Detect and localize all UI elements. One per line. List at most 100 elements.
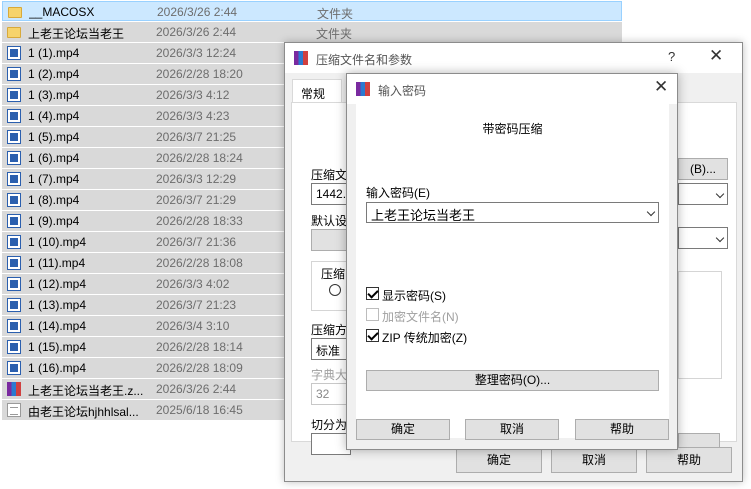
- file-type: 文件夹: [316, 27, 353, 41]
- password-dialog-titlebar[interactable]: 输入密码 ✕: [347, 74, 677, 104]
- chevron-down-icon[interactable]: [646, 207, 656, 217]
- video-file-icon: [7, 319, 21, 333]
- video-file-icon: [7, 88, 21, 102]
- format-radio[interactable]: [329, 284, 341, 296]
- update-mode-combo[interactable]: [678, 227, 728, 249]
- password-dialog-title: 输入密码: [378, 84, 427, 98]
- compression-method-combo[interactable]: 标准: [311, 338, 351, 360]
- file-date-modified: 2026/3/3 4:12: [156, 88, 230, 102]
- video-file-icon: [7, 151, 21, 165]
- archive-help-button[interactable]: 帮助: [646, 447, 732, 473]
- video-file-icon: [7, 214, 21, 228]
- file-date-modified: 2026/3/3 4:02: [156, 277, 230, 291]
- file-name: 1 (2).mp4: [28, 67, 80, 81]
- file-name: 1 (9).mp4: [28, 214, 80, 228]
- password-help-button[interactable]: 帮助: [575, 419, 669, 440]
- help-icon[interactable]: ?: [668, 49, 675, 64]
- split-volumes-combo[interactable]: [311, 433, 351, 455]
- video-file-icon: [7, 277, 21, 291]
- file-name: __MACOSX: [29, 5, 95, 19]
- video-file-icon: [7, 130, 21, 144]
- password-cancel-button[interactable]: 取消: [465, 419, 559, 440]
- archive-dialog-titlebar[interactable]: 压缩文件名和参数 ? ✕: [285, 43, 742, 73]
- file-type: 文件夹: [317, 7, 354, 21]
- close-icon[interactable]: ✕: [654, 77, 668, 97]
- file-date-modified: 2026/3/7 21:29: [156, 193, 237, 207]
- video-file-icon: [7, 256, 21, 270]
- file-date-modified: 2026/3/7 21:25: [156, 130, 237, 144]
- video-file-icon: [7, 298, 21, 312]
- winrar-icon: [356, 82, 370, 96]
- file-name: 1 (5).mp4: [28, 130, 80, 144]
- browse-button[interactable]: (B)...: [678, 158, 728, 180]
- video-file-icon: [7, 361, 21, 375]
- password-ok-button[interactable]: 确定: [356, 419, 450, 440]
- default-profile-label: 默认设: [311, 214, 348, 228]
- profiles-button[interactable]: [311, 229, 351, 251]
- encrypt-filenames-checkbox[interactable]: [366, 308, 379, 321]
- archive-options-group: [678, 271, 722, 379]
- file-name: 1 (12).mp4: [28, 277, 87, 291]
- file-name: 1 (4).mp4: [28, 109, 80, 123]
- archive-cancel-button[interactable]: 取消: [551, 447, 637, 473]
- file-name: 上老王论坛当老王: [28, 27, 125, 41]
- file-date-modified: 2026/3/26 2:44: [157, 5, 238, 19]
- dictionary-size-label: 字典大: [311, 368, 348, 382]
- chevron-down-icon: [715, 189, 725, 199]
- password-panel: 带密码压缩 输入密码(E) 上老王论坛当老王 显示密码(S) 加密文件名(N) …: [356, 104, 669, 438]
- file-name: 1 (3).mp4: [28, 88, 80, 102]
- file-name: 1 (16).mp4: [28, 361, 87, 375]
- video-file-icon: [7, 340, 21, 354]
- video-file-icon: [7, 193, 21, 207]
- video-file-icon: [7, 109, 21, 123]
- file-date-modified: 2026/2/28 18:33: [156, 214, 243, 228]
- archive-name-combo[interactable]: [678, 183, 728, 205]
- password-value: 上老王论坛当老王: [371, 208, 476, 223]
- file-name: 1 (7).mp4: [28, 172, 80, 186]
- chevron-down-icon: [715, 233, 725, 243]
- file-name: 1 (10).mp4: [28, 235, 87, 249]
- file-date-modified: 2026/2/28 18:24: [156, 151, 243, 165]
- archive-ok-button[interactable]: 确定: [456, 447, 542, 473]
- file-date-modified: 2026/3/26 2:44: [156, 382, 237, 396]
- compression-method-label: 压缩方: [311, 323, 348, 337]
- show-password-checkbox[interactable]: [366, 287, 379, 300]
- file-name: 由老王论坛hjhhlsal...: [28, 405, 139, 419]
- tab-general[interactable]: 常规: [292, 79, 342, 103]
- password-input[interactable]: 上老王论坛当老王: [366, 202, 659, 223]
- file-date-modified: 2026/3/4 3:10: [156, 319, 230, 333]
- file-name: 1 (6).mp4: [28, 151, 80, 165]
- file-name: 1 (1).mp4: [28, 46, 80, 60]
- rar-archive-icon: [7, 382, 21, 396]
- file-name: 1 (11).mp4: [28, 256, 86, 270]
- file-date-modified: 2026/2/28 18:08: [156, 256, 243, 270]
- encrypt-filenames-label: 加密文件名(N): [382, 310, 459, 324]
- file-date-modified: 2026/3/3 12:24: [156, 46, 237, 60]
- zip-legacy-encryption-label: ZIP 传统加密(Z): [382, 331, 468, 345]
- file-name: 1 (15).mp4: [28, 340, 87, 354]
- file-date-modified: 2026/3/7 21:36: [156, 235, 237, 249]
- video-file-icon: [7, 67, 21, 81]
- file-date-modified: 2026/2/28 18:14: [156, 340, 243, 354]
- file-row[interactable]: __MACOSX 2026/3/26 2:44 文件夹: [2, 1, 622, 21]
- text-file-icon: [7, 403, 21, 417]
- zip-legacy-encryption-checkbox[interactable]: [366, 329, 379, 342]
- password-heading: 带密码压缩: [482, 122, 543, 136]
- archive-dialog-title: 压缩文件名和参数: [316, 53, 413, 67]
- file-name: 1 (14).mp4: [28, 319, 87, 333]
- video-file-icon: [7, 46, 21, 60]
- file-date-modified: 2026/3/3 4:23: [156, 109, 230, 123]
- file-date-modified: 2026/3/26 2:44: [156, 25, 237, 39]
- archive-format-label: 压缩: [321, 267, 346, 281]
- file-date-modified: 2026/2/28 18:09: [156, 361, 243, 375]
- dictionary-size-combo[interactable]: 32: [311, 383, 351, 405]
- file-date-modified: 2026/3/3 12:29: [156, 172, 237, 186]
- video-file-icon: [7, 172, 21, 186]
- file-date-modified: 2025/6/18 16:45: [156, 403, 243, 417]
- folder-icon: [8, 7, 22, 18]
- file-row[interactable]: 上老王论坛当老王 2026/3/26 2:44 文件夹: [2, 22, 622, 42]
- show-password-label: 显示密码(S): [382, 289, 446, 303]
- close-icon[interactable]: ✕: [709, 46, 723, 66]
- organize-passwords-button[interactable]: 整理密码(O)...: [366, 370, 659, 391]
- file-name: 1 (8).mp4: [28, 193, 80, 207]
